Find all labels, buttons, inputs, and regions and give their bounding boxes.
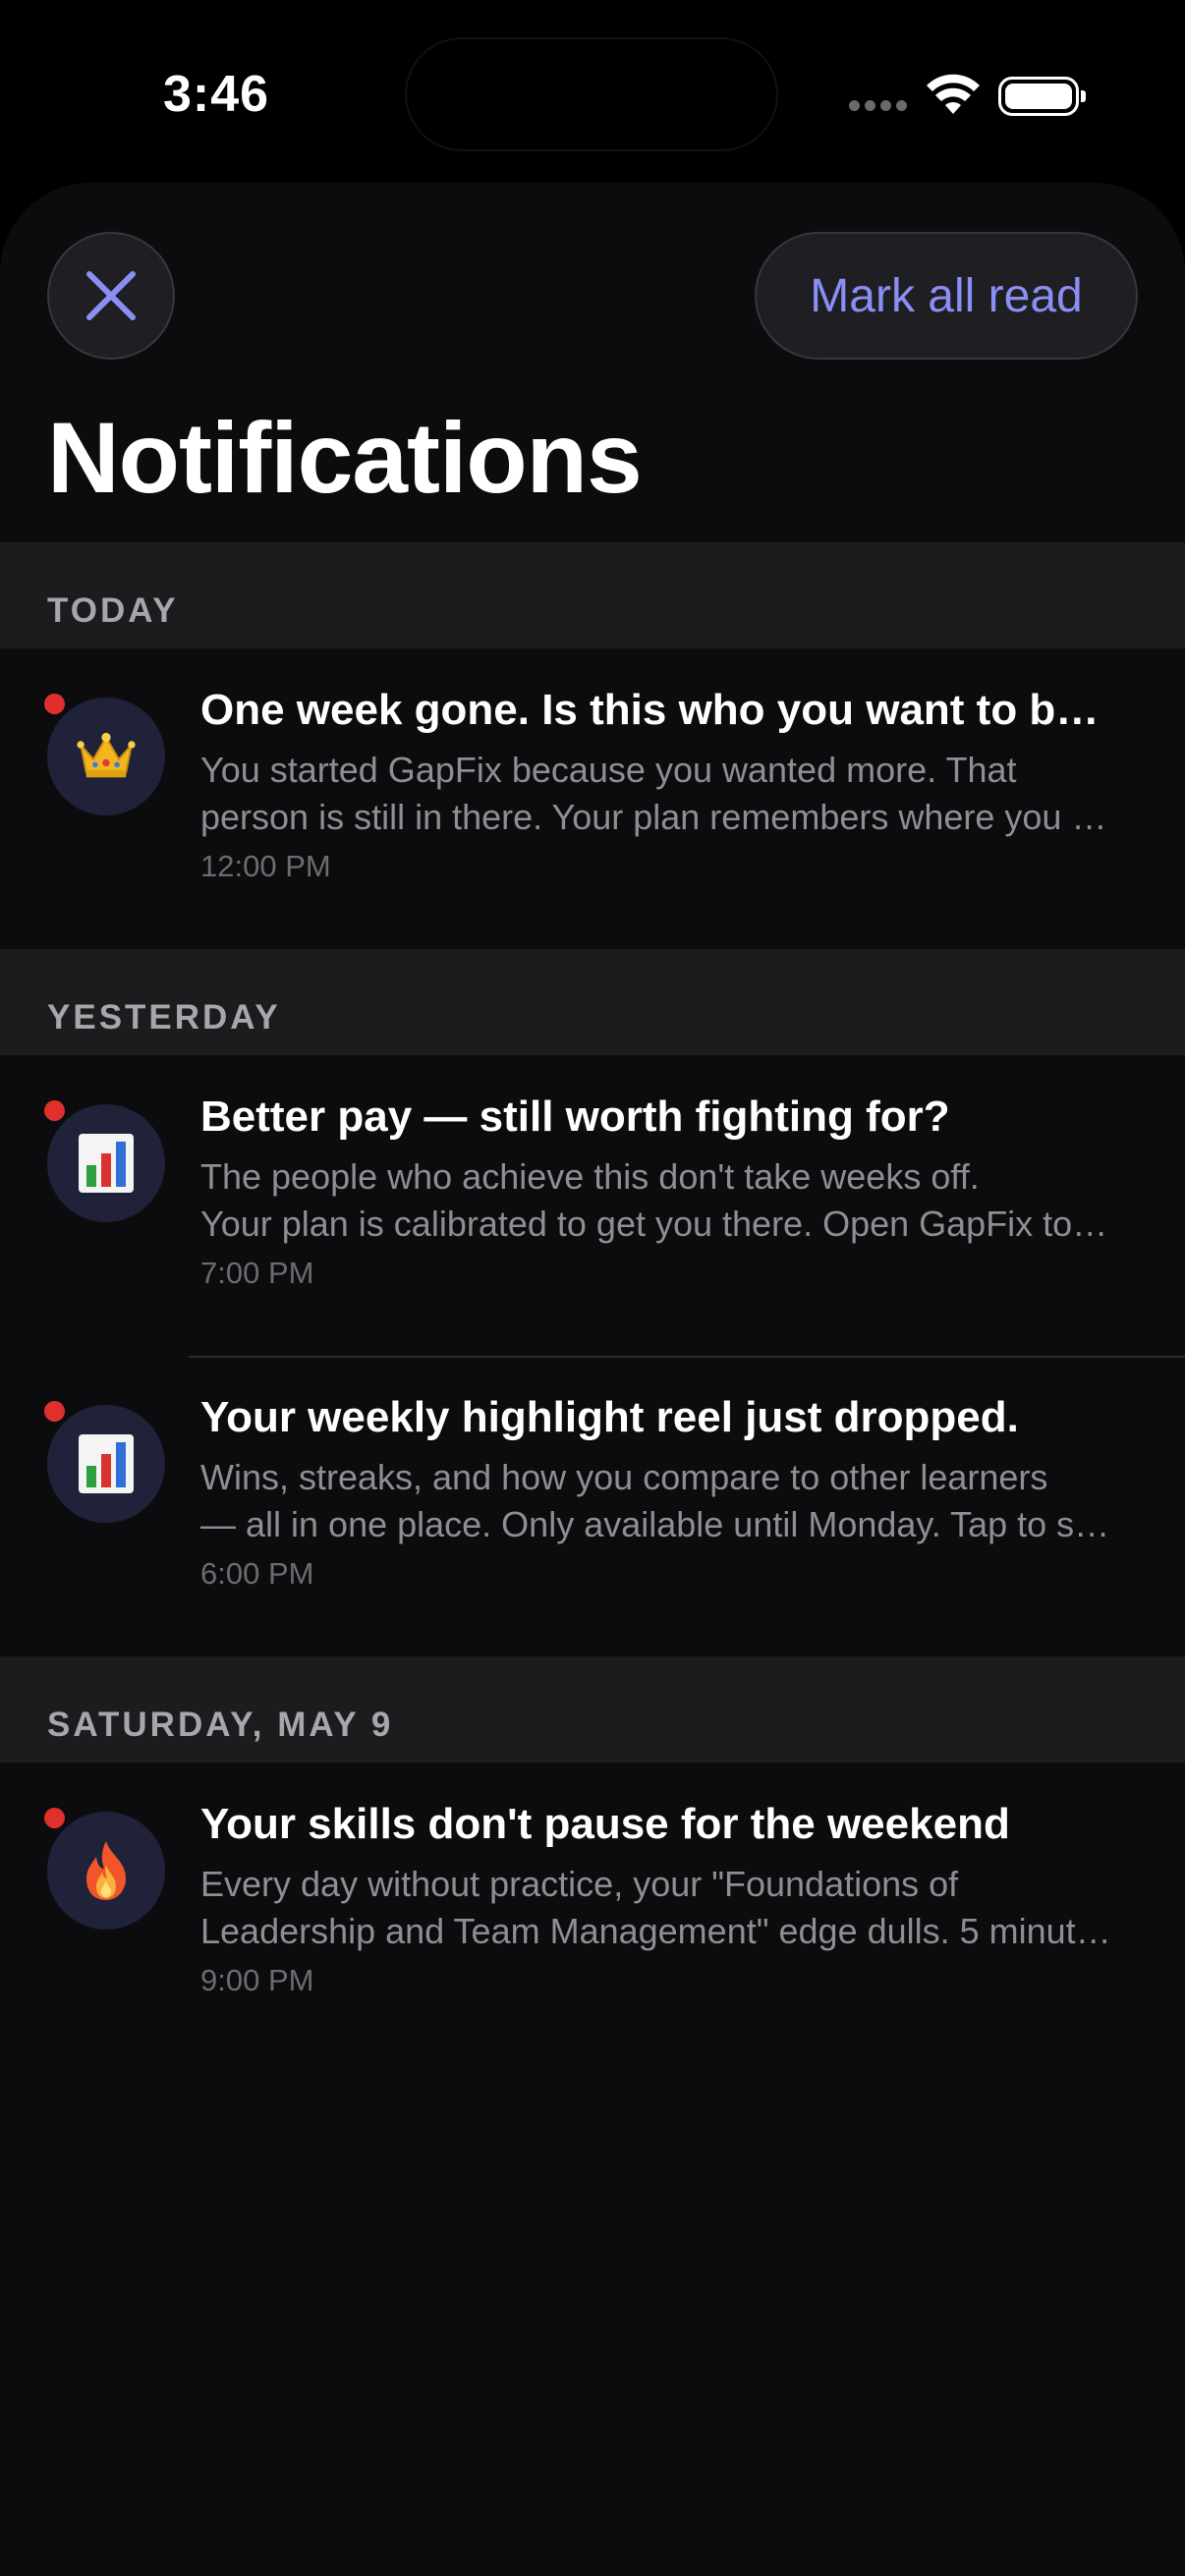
section-header-today: TODAY xyxy=(0,542,1185,648)
section-header-yesterday: YESTERDAY xyxy=(0,949,1185,1055)
notification-item[interactable]: Better pay — still worth fighting for? T… xyxy=(0,1055,1185,1350)
notification-body-line: Leadership and Team Management" edge dul… xyxy=(200,1911,1114,1951)
notification-title: Your weekly highlight reel just dropped. xyxy=(200,1393,1019,1441)
status-bar: 3:46 xyxy=(0,0,1185,187)
notification-body-line: Every day without practice, your "Founda… xyxy=(200,1864,959,1904)
notification-time: 6:00 PM xyxy=(200,1556,314,1591)
notification-time: 7:00 PM xyxy=(200,1256,314,1290)
mark-all-read-button[interactable]: Mark all read xyxy=(755,232,1138,360)
close-button[interactable] xyxy=(47,232,175,360)
notification-item[interactable]: Your skills don't pause for the weekend … xyxy=(0,1763,1185,2057)
section-header-saturday: SATURDAY, MAY 9 xyxy=(0,1656,1185,1763)
crown-icon xyxy=(77,732,136,778)
bar-chart-icon xyxy=(79,1134,134,1193)
notification-body-line: Wins, streaks, and how you compare to ot… xyxy=(200,1457,1048,1497)
unread-dot xyxy=(44,1401,65,1422)
status-time: 3:46 xyxy=(163,66,270,123)
notifications-sheet: Mark all read Notifications TODAY One we… xyxy=(0,183,1185,2576)
notification-body-line: The people who achieve this don't take w… xyxy=(200,1156,980,1197)
notification-body: You started GapFix because you wanted mo… xyxy=(200,747,1114,841)
notification-title: Your skills don't pause for the weekend xyxy=(200,1800,1010,1848)
notification-body: Every day without practice, your "Founda… xyxy=(200,1861,1114,1955)
notification-title: One week gone. Is this who you want to b… xyxy=(200,686,1104,734)
dynamic-island xyxy=(407,39,776,149)
notification-avatar xyxy=(47,1405,165,1523)
wifi-icon xyxy=(927,74,980,114)
notification-body: The people who achieve this don't take w… xyxy=(200,1153,1114,1248)
section-label: TODAY xyxy=(47,591,179,630)
section-label: SATURDAY, MAY 9 xyxy=(47,1706,394,1744)
notification-title: Better pay — still worth fighting for? xyxy=(200,1092,950,1141)
unread-dot xyxy=(44,1808,65,1828)
cellular-signal-icon xyxy=(849,100,908,114)
notification-body-line: — all in one place. Only available until… xyxy=(200,1504,1114,1544)
notification-time: 12:00 PM xyxy=(200,849,331,883)
notification-body: Wins, streaks, and how you compare to ot… xyxy=(200,1454,1114,1548)
close-icon xyxy=(86,271,136,320)
unread-dot xyxy=(44,1100,65,1121)
notification-body-line: You started GapFix because you wanted mo… xyxy=(200,750,1017,790)
notification-item[interactable]: Your weekly highlight reel just dropped.… xyxy=(0,1356,1185,1651)
page-title: Notifications xyxy=(47,402,643,514)
notification-avatar xyxy=(47,698,165,815)
bar-chart-icon xyxy=(79,1434,134,1493)
notification-avatar xyxy=(47,1104,165,1222)
notification-body-line: person is still in there. Your plan reme… xyxy=(200,797,1114,837)
notification-avatar xyxy=(47,1812,165,1930)
section-label: YESTERDAY xyxy=(47,998,281,1036)
notification-item[interactable]: One week gone. Is this who you want to b… xyxy=(0,648,1185,943)
notification-time: 9:00 PM xyxy=(200,1963,314,1997)
fire-icon xyxy=(86,1841,126,1900)
battery-icon xyxy=(998,77,1086,116)
notification-body-line: Your plan is calibrated to get you there… xyxy=(200,1204,1114,1244)
unread-dot xyxy=(44,694,65,714)
